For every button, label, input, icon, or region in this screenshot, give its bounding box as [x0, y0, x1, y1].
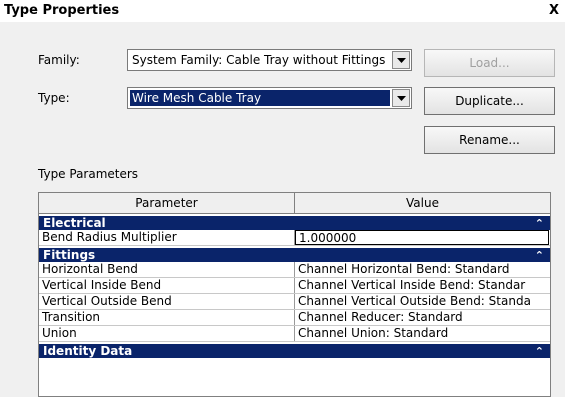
collapse-icon[interactable]: ⌃ [535, 217, 544, 230]
table-row[interactable]: Vertical Outside Bend Channel Vertical O… [39, 294, 550, 310]
parameter-name: Transition [39, 310, 295, 325]
parameter-value[interactable]: Channel Union: Standard [295, 326, 550, 341]
group-name: Fittings [43, 248, 96, 262]
parameter-value[interactable]: Channel Horizontal Bend: Standard [295, 262, 550, 277]
type-label: Type: [38, 91, 70, 105]
chevron-down-icon[interactable] [392, 89, 410, 107]
duplicate-button[interactable]: Duplicate... [424, 87, 555, 115]
chevron-down-icon[interactable] [392, 51, 410, 69]
collapse-icon[interactable]: ⌃ [535, 345, 544, 358]
dialog-title: Type Properties [4, 3, 120, 18]
grid-header: Parameter Value [39, 193, 550, 214]
rename-button[interactable]: Rename... [424, 126, 555, 154]
value-column-header[interactable]: Value [295, 193, 550, 213]
table-row[interactable]: Bend Radius Multiplier 1.000000 [39, 230, 550, 246]
table-row[interactable]: Vertical Inside Bend Channel Vertical In… [39, 278, 550, 294]
type-parameters-label: Type Parameters [38, 167, 139, 181]
parameter-name: Union [39, 326, 295, 341]
parameter-value[interactable]: Channel Vertical Outside Bend: Standa [295, 294, 550, 309]
group-name: Identity Data [43, 344, 133, 358]
group-header-electrical[interactable]: Electrical ⌃ [39, 214, 550, 230]
family-label: Family: [38, 53, 80, 67]
table-row[interactable]: Horizontal Bend Channel Horizontal Bend:… [39, 262, 550, 278]
parameter-column-header[interactable]: Parameter [39, 193, 295, 213]
parameter-name: Horizontal Bend [39, 262, 295, 277]
type-dropdown[interactable]: Wire Mesh Cable Tray [127, 87, 412, 109]
family-value: System Family: Cable Tray without Fittin… [132, 53, 386, 67]
load-button[interactable]: Load... [424, 49, 555, 77]
parameter-value[interactable]: Channel Reducer: Standard [295, 310, 550, 325]
group-header-identity-data[interactable]: Identity Data ⌃ [39, 342, 550, 358]
type-parameters-grid: Parameter Value Electrical ⌃ Bend Radius… [38, 192, 551, 397]
parameter-name: Vertical Inside Bend [39, 278, 295, 293]
title-bar: Type Properties X [0, 0, 565, 22]
table-row[interactable]: Union Channel Union: Standard [39, 326, 550, 342]
table-row[interactable]: Transition Channel Reducer: Standard [39, 310, 550, 326]
value-input[interactable]: 1.000000 [295, 230, 549, 245]
family-dropdown[interactable]: System Family: Cable Tray without Fittin… [127, 49, 412, 71]
parameter-name: Bend Radius Multiplier [39, 230, 295, 245]
close-icon[interactable]: X [546, 3, 562, 19]
group-name: Electrical [43, 216, 106, 230]
parameter-value[interactable]: Channel Vertical Inside Bend: Standar [295, 278, 550, 293]
parameter-name: Vertical Outside Bend [39, 294, 295, 309]
type-value: Wire Mesh Cable Tray [130, 90, 390, 106]
collapse-icon[interactable]: ⌃ [535, 249, 544, 262]
group-header-fittings[interactable]: Fittings ⌃ [39, 246, 550, 262]
